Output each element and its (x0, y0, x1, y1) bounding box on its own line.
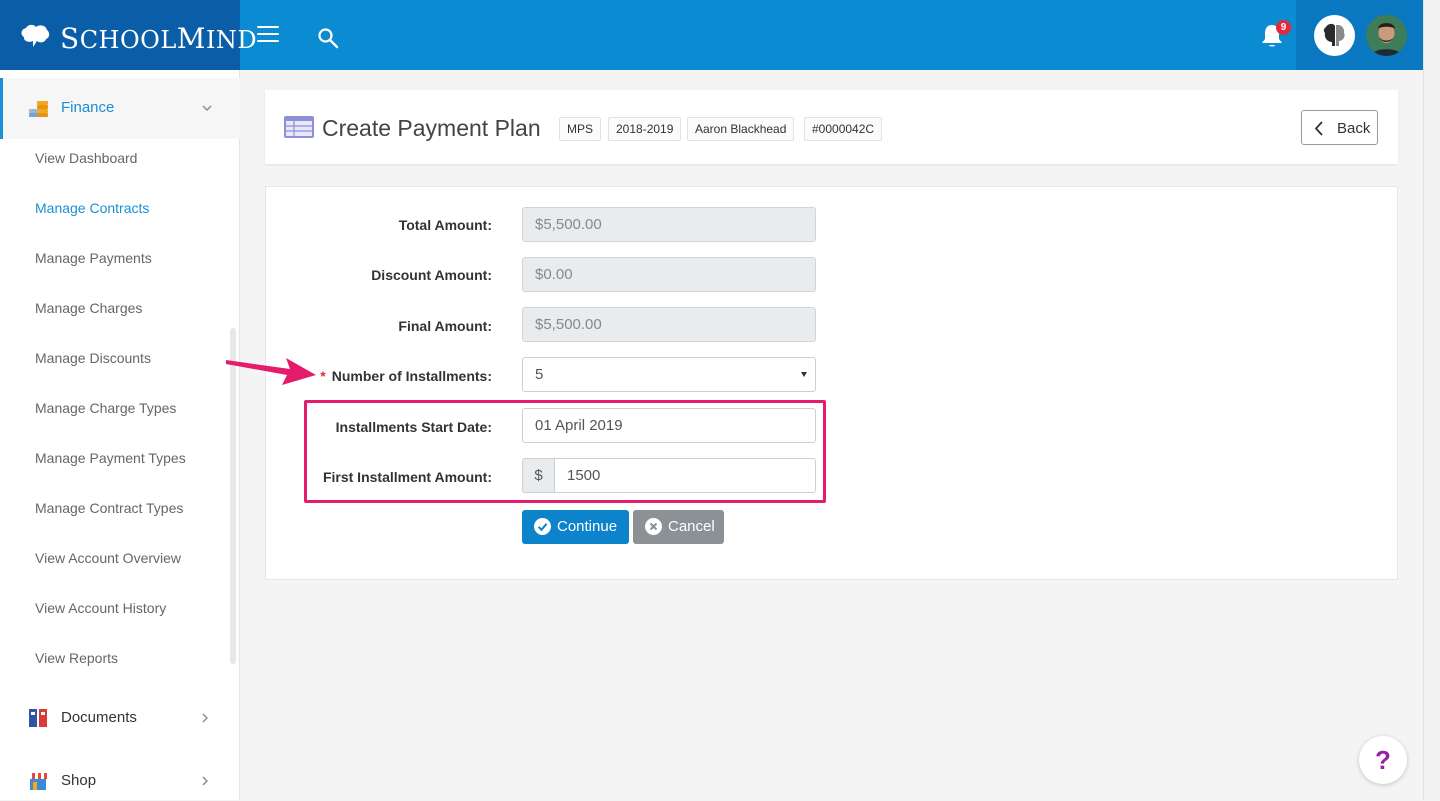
sidebar: Finance View Dashboard Manage Contracts … (0, 70, 240, 800)
shop-icon (29, 773, 47, 790)
brand-logo-area[interactable]: SCHOOLMIND (0, 0, 257, 70)
caret-down-icon (801, 372, 807, 377)
chevron-right-icon (202, 713, 208, 723)
sidebar-item-manage-contracts[interactable]: Manage Contracts (35, 200, 149, 216)
close-circle-icon (645, 518, 662, 535)
account-id-tag: #0000042C (804, 117, 883, 141)
sidebar-item-manage-contract-types[interactable]: Manage Contract Types (35, 500, 183, 516)
start-date-label: Installments Start Date: (335, 419, 492, 435)
discount-amount-label: Discount Amount: (371, 267, 492, 283)
brand-name: SCHOOLMIND (60, 22, 258, 55)
coins-icon (29, 101, 48, 117)
sidebar-item-view-account-history[interactable]: View Account History (35, 600, 166, 616)
search-icon[interactable] (316, 26, 340, 50)
payment-plan-form: Total Amount: $5,500.00 Discount Amount:… (265, 186, 1398, 580)
sidebar-item-manage-payments[interactable]: Manage Payments (35, 250, 152, 266)
chevron-right-icon (202, 776, 208, 786)
menu-toggle-button[interactable] (257, 26, 279, 44)
back-button[interactable]: Back (1301, 110, 1378, 145)
school-logo-icon (1323, 23, 1345, 46)
final-amount-field: $5,500.00 (522, 307, 816, 342)
final-amount-label: Final Amount: (398, 318, 492, 334)
cancel-button[interactable]: Cancel (633, 510, 724, 544)
school-tag: MPS (559, 117, 602, 141)
sidebar-item-view-dashboard[interactable]: View Dashboard (35, 150, 137, 166)
sidebar-item-manage-payment-types[interactable]: Manage Payment Types (35, 450, 186, 466)
student-tag: Aaron Blackhead (687, 117, 795, 141)
installments-selected-value: 5 (535, 366, 544, 383)
sidebar-item-label: Finance (61, 99, 115, 116)
help-button[interactable]: ? (1359, 736, 1407, 784)
hamburger-icon (257, 26, 279, 28)
binders-icon (29, 709, 47, 727)
page-title: Create Payment Plan (322, 115, 541, 141)
sidebar-item-shop[interactable]: Shop (0, 761, 240, 801)
sidebar-item-label: Shop (61, 772, 97, 789)
sidebar-item-manage-charges[interactable]: Manage Charges (35, 300, 142, 316)
installments-select[interactable]: 5 (522, 357, 816, 392)
school-avatar[interactable] (1314, 15, 1355, 56)
back-button-label: Back (1337, 120, 1371, 137)
year-tag: 2018-2019 (608, 117, 682, 141)
discount-amount-field: $0.00 (522, 257, 816, 292)
sidebar-item-label: Documents (61, 709, 137, 726)
sidebar-scrollbar[interactable] (230, 328, 236, 664)
user-photo-icon (1366, 15, 1407, 56)
continue-button-label: Continue (557, 518, 618, 535)
payment-table-icon (284, 116, 314, 138)
sidebar-item-documents[interactable]: Documents (0, 698, 240, 738)
sidebar-item-view-reports[interactable]: View Reports (35, 650, 118, 666)
currency-addon: $ (522, 458, 555, 493)
notification-count-badge: 9 (1276, 20, 1291, 35)
sidebar-item-view-account-overview[interactable]: View Account Overview (35, 550, 181, 566)
first-amount-input[interactable]: 1500 (554, 458, 816, 493)
sidebar-item-manage-discounts[interactable]: Manage Discounts (35, 350, 151, 366)
chevron-down-icon (202, 105, 212, 111)
user-avatar[interactable] (1366, 15, 1407, 56)
continue-button[interactable]: Continue (522, 510, 629, 544)
sidebar-item-manage-charge-types[interactable]: Manage Charge Types (35, 400, 176, 416)
check-circle-icon (534, 518, 551, 535)
page-scrollbar[interactable] (1423, 0, 1440, 800)
page-header-card: Create Payment Plan MPS 2018-2019 Aaron … (265, 90, 1398, 164)
sidebar-item-finance[interactable]: Finance (0, 78, 240, 139)
top-header: SCHOOLMIND 9 (0, 0, 1423, 70)
first-amount-label: First Installment Amount: (322, 469, 492, 485)
chevron-left-icon (1314, 121, 1323, 136)
total-amount-field: $5,500.00 (522, 207, 816, 242)
required-marker: * (320, 368, 326, 384)
brain-logo-icon (21, 24, 50, 47)
total-amount-label: Total Amount: (398, 217, 492, 233)
start-date-input[interactable]: 01 April 2019 (522, 408, 816, 443)
cancel-button-label: Cancel (668, 518, 715, 535)
installments-label: * Number of Installments: (320, 368, 492, 384)
